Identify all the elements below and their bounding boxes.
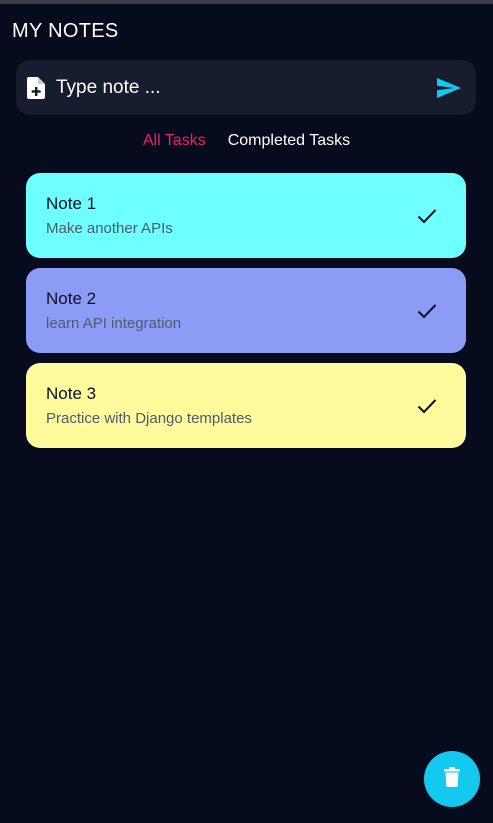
note-add-icon (26, 76, 46, 99)
check-icon[interactable] (416, 395, 438, 417)
note-subtitle: Practice with Django templates (46, 410, 252, 427)
tab-completed-tasks[interactable]: Completed Tasks (228, 130, 350, 152)
notes-list: Note 1 Make another APIs Note 2 learn AP… (26, 173, 466, 458)
send-icon[interactable] (436, 76, 462, 100)
note-texts: Note 2 learn API integration (46, 289, 181, 332)
notes-app: MY NOTES All Tasks Completed Tasks Note … (0, 0, 493, 823)
task-tabs: All Tasks Completed Tasks (0, 130, 493, 152)
note-texts: Note 1 Make another APIs (46, 194, 173, 237)
note-subtitle: Make another APIs (46, 220, 173, 237)
check-icon[interactable] (416, 205, 438, 227)
page-title: MY NOTES (12, 20, 119, 42)
trash-icon (444, 766, 460, 792)
tab-all-tasks[interactable]: All Tasks (143, 130, 206, 152)
note-title: Note 1 (46, 194, 97, 213)
note-card-1[interactable]: Note 1 Make another APIs (26, 173, 466, 258)
note-texts: Note 3 Practice with Django templates (46, 384, 252, 427)
note-card-3[interactable]: Note 3 Practice with Django templates (26, 363, 466, 448)
note-card-2[interactable]: Note 2 learn API integration (26, 268, 466, 353)
note-input[interactable] (56, 76, 436, 99)
note-subtitle: learn API integration (46, 315, 182, 332)
window-top-border (0, 0, 493, 4)
note-title: Note 3 (46, 384, 97, 403)
check-icon[interactable] (416, 300, 438, 322)
delete-fab-button[interactable] (424, 751, 480, 807)
note-title: Note 2 (46, 289, 97, 308)
note-composer (16, 60, 476, 115)
